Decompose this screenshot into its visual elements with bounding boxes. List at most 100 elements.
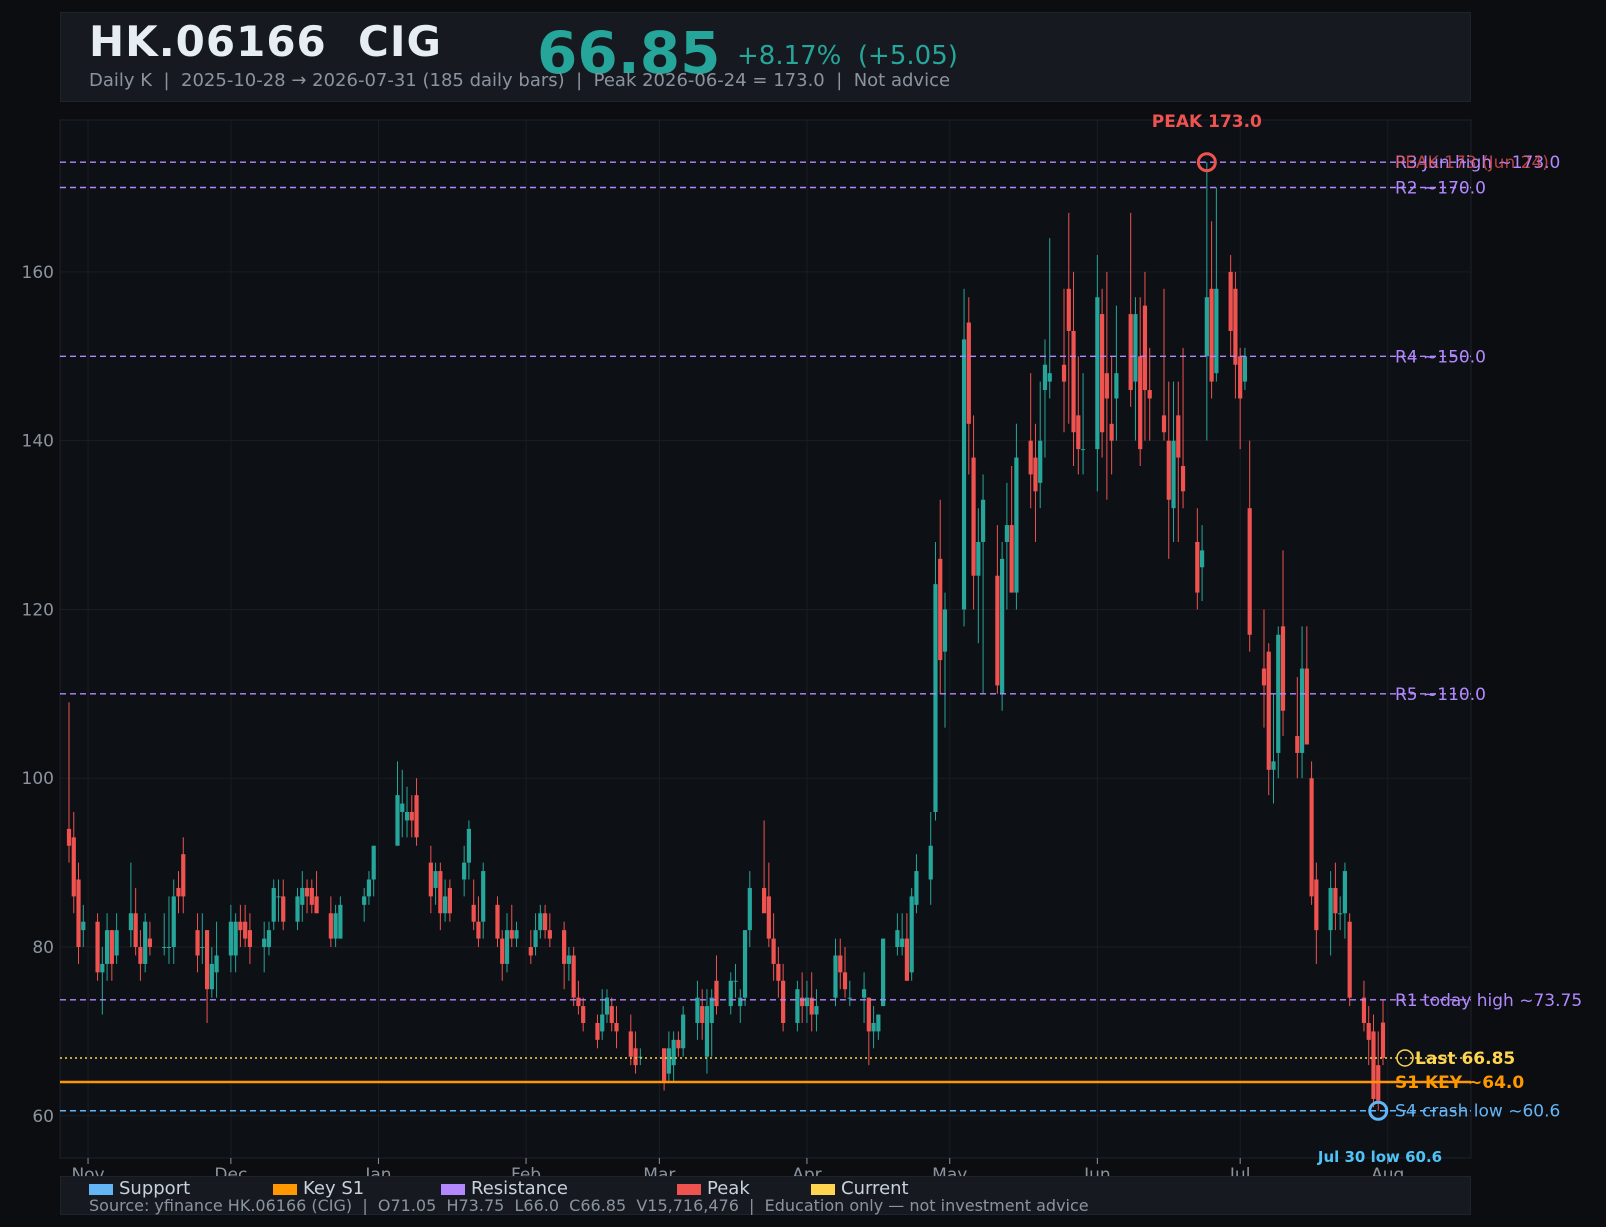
candle-body bbox=[1247, 508, 1252, 635]
candle-body bbox=[1338, 913, 1343, 915]
candle-body bbox=[100, 963, 105, 973]
candle-body bbox=[881, 938, 886, 1007]
candle-body bbox=[700, 1006, 705, 1023]
candle-body bbox=[1014, 457, 1019, 593]
candle-body bbox=[666, 1048, 671, 1074]
y-tick-label: 80 bbox=[32, 938, 54, 958]
candle-body bbox=[704, 1006, 710, 1057]
candle-body bbox=[114, 930, 119, 956]
candle-body bbox=[914, 871, 919, 905]
candle-body bbox=[438, 871, 443, 914]
level-label-resistance: R2 ~170.0 bbox=[1395, 179, 1486, 199]
candle-body bbox=[538, 913, 543, 931]
candle-body bbox=[333, 913, 338, 939]
candle-body bbox=[362, 896, 367, 905]
candle-body bbox=[509, 930, 514, 939]
candle-body bbox=[181, 854, 186, 897]
candle-body bbox=[1061, 364, 1067, 382]
candle-body bbox=[176, 887, 181, 897]
candle-body bbox=[733, 980, 738, 982]
level-label-key: S1 KEY ~64.0 bbox=[1395, 1073, 1524, 1093]
candle-body bbox=[1314, 879, 1319, 931]
candle-body bbox=[804, 997, 810, 1007]
candle-body bbox=[795, 989, 800, 1023]
candle-body bbox=[447, 887, 452, 914]
candle-body bbox=[833, 955, 838, 998]
candle-body bbox=[462, 862, 467, 880]
source-note: Source: yfinance HK.06166 (CIG) | O71.05… bbox=[89, 1196, 1089, 1215]
candle-body bbox=[662, 1048, 667, 1083]
candle-body bbox=[95, 921, 100, 973]
candle-body bbox=[814, 1006, 819, 1015]
candle-body bbox=[671, 1039, 676, 1066]
candle-body bbox=[243, 921, 248, 939]
candle-body bbox=[1171, 440, 1176, 509]
candle-body bbox=[562, 930, 567, 964]
candle-body bbox=[71, 837, 76, 897]
candle-body bbox=[781, 980, 786, 1023]
candle-body bbox=[842, 972, 848, 990]
candle-body bbox=[1104, 373, 1109, 399]
candle-body bbox=[1000, 558, 1005, 694]
candle-body bbox=[976, 541, 981, 576]
candle-body bbox=[395, 795, 400, 846]
candle-body bbox=[928, 845, 933, 880]
legend: Support Key S1 Resistance Peak Current S… bbox=[60, 1176, 1471, 1215]
candle-body bbox=[900, 938, 905, 948]
candle-body bbox=[262, 938, 267, 948]
candle-body bbox=[695, 997, 700, 1023]
candle-body bbox=[162, 947, 167, 949]
candle-body bbox=[1033, 457, 1038, 492]
candle-body bbox=[1009, 525, 1014, 593]
level-label-resistance: R4 ~150.0 bbox=[1395, 347, 1486, 367]
candle-body bbox=[128, 913, 133, 931]
candle-body bbox=[1138, 356, 1143, 450]
candle-body bbox=[214, 955, 219, 973]
candle-body bbox=[766, 896, 771, 939]
peak-tag: PEAK 173 (Jun 24) bbox=[1395, 153, 1549, 173]
candle-body bbox=[1147, 390, 1152, 399]
candle-body bbox=[495, 904, 500, 939]
candle-body bbox=[576, 997, 581, 1007]
candle-body bbox=[1100, 314, 1105, 433]
candle-body bbox=[1166, 440, 1171, 500]
candle-body bbox=[1304, 668, 1309, 745]
y-tick-label: 160 bbox=[22, 263, 54, 283]
candle-body bbox=[876, 1014, 881, 1032]
candle-body bbox=[528, 947, 533, 956]
candle-body bbox=[76, 879, 81, 948]
candle-body bbox=[228, 921, 233, 956]
candle-body bbox=[514, 930, 519, 939]
candle-body bbox=[542, 913, 548, 931]
candle-body bbox=[938, 558, 943, 661]
candle-body bbox=[409, 812, 414, 821]
candle-body bbox=[300, 887, 305, 905]
candle-body bbox=[714, 980, 719, 1007]
candle-body bbox=[571, 955, 576, 998]
candle-body bbox=[433, 871, 438, 888]
candle-body bbox=[800, 997, 805, 1007]
candle-body bbox=[1266, 651, 1271, 770]
candle-body bbox=[547, 930, 552, 939]
candle-body bbox=[1271, 761, 1276, 770]
candle-body bbox=[1261, 668, 1267, 686]
candle-body bbox=[1004, 525, 1009, 542]
candle-body bbox=[609, 1006, 614, 1023]
candle-body bbox=[1176, 415, 1181, 458]
candle-body bbox=[595, 1022, 600, 1040]
candle-body bbox=[1233, 288, 1238, 365]
candle-body bbox=[1038, 440, 1043, 483]
candle-body bbox=[200, 947, 205, 949]
candle-body bbox=[476, 921, 481, 939]
candle-body bbox=[195, 930, 200, 956]
candle-body bbox=[1080, 449, 1086, 451]
candle-body bbox=[209, 963, 214, 990]
candle-body bbox=[295, 896, 300, 922]
candle-body bbox=[742, 930, 748, 998]
candle-body bbox=[847, 997, 852, 999]
candle-body bbox=[747, 887, 752, 931]
candle-body bbox=[614, 1022, 619, 1032]
candle-body bbox=[338, 904, 343, 939]
candle-body bbox=[866, 997, 871, 1032]
y-tick-label: 120 bbox=[22, 600, 54, 620]
